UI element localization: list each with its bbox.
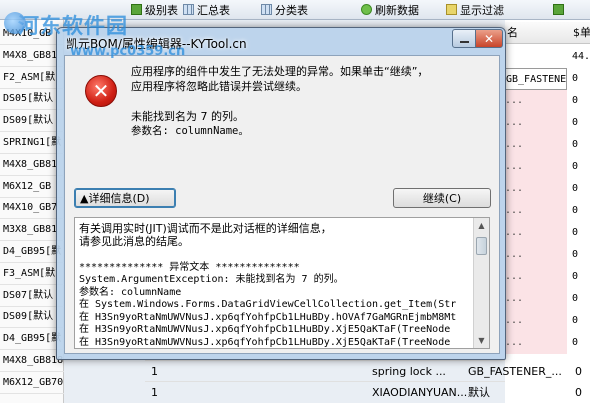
table-row[interactable]: 1 XIAODIANYUAN... 默认 0 [145,381,582,403]
category-table-label: 分类表 [275,3,308,17]
price-cell[interactable]: 0 [572,200,590,222]
check-icon [553,4,564,15]
scroll-down-icon[interactable]: ▼ [474,333,489,348]
main-toolbar: 级别表 汇总表 分类表 刷新数据 显示过滤 [0,0,590,20]
part-name-cell[interactable]: M4X10_GB7 [0,196,64,220]
row-value: 0 [575,365,582,378]
level-table-label: 级别表 [145,3,178,17]
price-cell[interactable]: 0 [572,310,590,332]
part-name-cell[interactable]: SPRING1[默 [0,131,64,154]
error-message-line3: 未能找到名为 7 的列。 [131,110,244,123]
show-filter-label: 显示过滤 [460,3,504,17]
check-icon [131,4,142,15]
part-name-cell[interactable]: F2_ASM[默 [0,66,64,89]
part-name-cell[interactable]: DS07[默认 [0,284,64,307]
row-cat: 默认 [468,386,490,399]
close-button[interactable]: ✕ [475,29,503,48]
part-name-cell[interactable]: DS09[默认 [0,305,64,329]
right-column-header: 名 $单 [505,22,590,44]
name-column-header[interactable]: 名 [507,22,518,44]
part-name-cell[interactable]: M4X8_GB818[默 [0,349,64,372]
scroll-up-icon[interactable]: ▲ [474,218,489,233]
price-cell[interactable]: 0 [572,134,590,156]
details-text-line: ************** 异常文本 ************** [79,261,300,273]
details-scrollbar[interactable]: ▲ ▼ [473,218,489,348]
grid-icon [261,4,272,15]
category-cell[interactable]: ... [505,134,567,156]
price-cell[interactable]: 0 [572,332,590,354]
price-cell[interactable]: 0 [572,222,590,244]
dialog-body: ✕ 应用程序的组件中发生了无法处理的异常。如果单击“继续”， 应用程序将忽略此错… [64,55,500,354]
category-cell[interactable]: ... [505,332,567,354]
grid-icon [183,4,194,15]
toolbar-extra-button[interactable] [550,1,567,18]
price-cell[interactable]: 0 [572,112,590,134]
scroll-thumb[interactable] [476,237,487,255]
part-name-cell[interactable]: M4X8_GB81 [0,153,64,176]
row-cat: GB_FASTENER_... [468,365,562,378]
part-name-cell[interactable]: M6X12_GB70[默 [0,371,64,394]
category-cell[interactable]: ... [505,310,567,332]
summary-table-button[interactable]: 汇总表 [180,1,233,18]
part-name-cell[interactable]: F3_ASM[默 [0,262,64,285]
minimize-button[interactable] [452,29,476,48]
level-table-button[interactable]: 级别表 [128,1,181,18]
refresh-data-button[interactable]: 刷新数据 [358,1,422,18]
price-cell[interactable]: 44. [572,46,590,68]
right-columns: 名 $单 44.GB_FASTENER_...0...0...0...0...0… [505,20,590,403]
error-message-line4: 参数名: columnName。 [131,125,249,137]
part-name-cell[interactable]: M3X8_GB81 [0,218,64,242]
price-cell[interactable]: 0 [572,90,590,112]
part-name-column: M4X10_GB M4X8_GB81 F2_ASM[默 DS05[默认 DS09[默认 S… [0,20,64,403]
part-name-cell[interactable]: D4_GB95[默 [0,327,64,351]
table-row[interactable]: 1 spring lock ... GB_FASTENER_... 0 [145,360,582,382]
price-cell[interactable]: 0 [572,68,590,90]
refresh-icon [361,4,372,15]
exception-details-textbox[interactable]: 在 H3Sn9yoRtaNmUWVNusJ.xp6qfYohfpCb1LHuBD… [74,217,490,349]
category-cell[interactable]: ... [505,112,567,134]
row-value: 0 [575,386,582,399]
category-cell[interactable]: ... [505,200,567,222]
part-name-cell[interactable]: M6X12_GB [0,175,64,198]
price-cell[interactable]: 0 [572,244,590,266]
minimize-icon [459,40,469,43]
category-cell[interactable]: ... [505,156,567,178]
visible-bottom-rows: 1 spring lock ... GB_FASTENER_... 0 1 XIAODIA… [145,360,582,403]
category-cell[interactable]: ... [505,288,567,310]
details-button[interactable]: ▲详细信息(D) [74,188,176,208]
price-cell[interactable]: 0 [572,178,590,200]
part-name-cell[interactable]: DS05[默认 [0,87,64,111]
row-num: 1 [151,386,158,399]
filter-icon [446,4,457,15]
row-num: 1 [151,365,158,378]
close-icon: ✕ [483,31,495,46]
part-name-cell[interactable]: M4X8_GB81 [0,44,64,67]
price-cell[interactable]: 0 [572,288,590,310]
price-column-header[interactable]: $单 [573,22,590,44]
price-cell[interactable]: 0 [572,156,590,178]
category-cell[interactable]: ... [505,222,567,244]
row-name: XIAODIANYUAN... [372,386,468,399]
category-cell[interactable]: ... [505,266,567,288]
part-name-cell[interactable]: DS09[默认 [0,109,64,133]
category-cell[interactable]: GB_FASTENER_... [505,68,567,90]
category-cell[interactable]: ... [505,244,567,266]
category-cell[interactable]: ... [505,178,567,200]
row-name: spring lock ... [372,365,446,378]
summary-table-label: 汇总表 [197,3,230,17]
continue-button[interactable]: 继续(C) [393,188,491,208]
watermark-logo-icon [4,12,26,34]
show-filter-button[interactable]: 显示过滤 [443,1,507,18]
category-table-button[interactable]: 分类表 [258,1,311,18]
part-name-cell[interactable]: D4_GB95[默 [0,240,64,263]
price-cell[interactable]: 0 [572,266,590,288]
details-text-line: 有关调用实时(JIT)调试而不是此对话框的详细信息， [79,222,332,235]
error-icon: ✕ [85,75,117,107]
refresh-data-label: 刷新数据 [375,3,419,17]
error-message-line2: 应用程序将忽略此错误并尝试继续。 [131,80,307,93]
error-message-line1: 应用程序的组件中发生了无法处理的异常。如果单击“继续”， [131,65,429,78]
watermark-url: www.pc0359.cn [70,44,186,59]
category-cell[interactable]: ... [505,90,567,112]
unhandled-exception-dialog: 凯元BOM/属性编辑器--KYTool.cn ✕ ✕ 应用程序的组件中发生了无法… [56,27,506,360]
